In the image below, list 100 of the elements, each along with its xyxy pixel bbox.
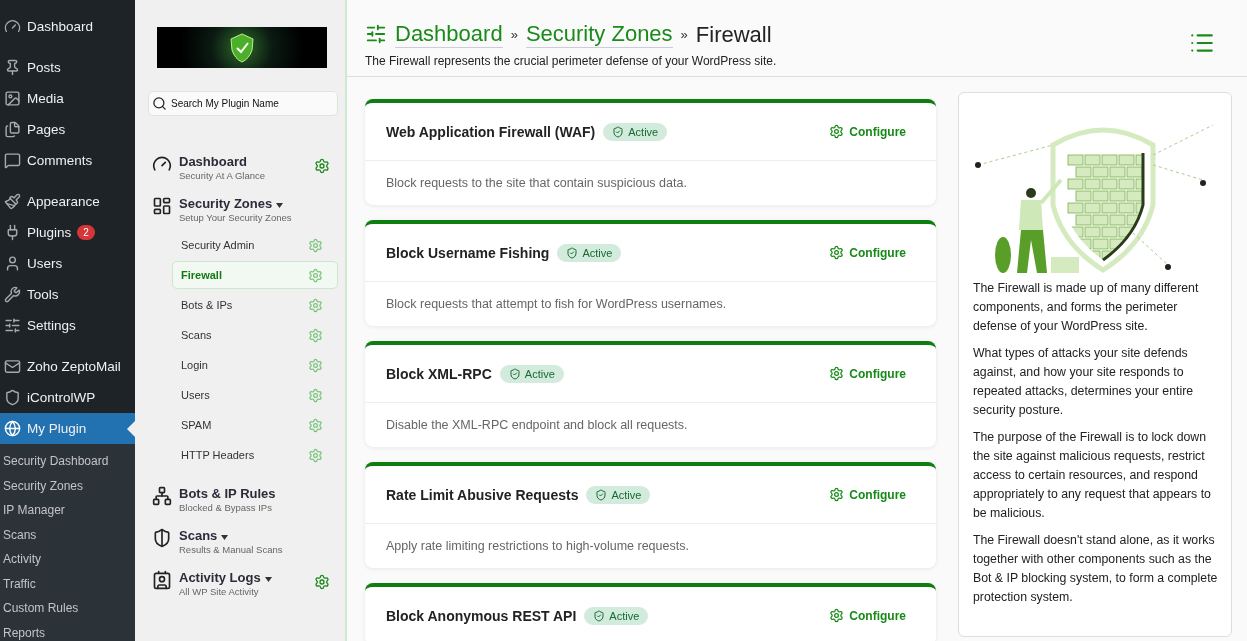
nav-item[interactable]: Login	[172, 351, 338, 379]
settings-icon	[308, 297, 323, 313]
settings-icon	[308, 387, 323, 403]
section-icon	[152, 528, 172, 548]
nav-item[interactable]: Users	[172, 381, 338, 409]
search-field[interactable]: Search My Plugin Name	[148, 91, 338, 116]
settings-icon	[308, 267, 323, 283]
menu-icon	[4, 358, 21, 375]
menu-icon	[4, 193, 21, 210]
menu-icon	[4, 121, 21, 138]
card-description: Block requests to the site that contain suspicious data.	[385, 175, 688, 192]
submenu-item[interactable]: Traffic	[0, 571, 135, 596]
admin-menu-item[interactable]: Settings	[0, 310, 135, 341]
submenu-item[interactable]: Custom Rules	[0, 596, 135, 621]
menu-icon	[4, 317, 21, 334]
admin-menu-item[interactable]: Pages	[0, 114, 135, 145]
settings-icon[interactable]	[314, 158, 330, 174]
admin-menu-item[interactable]: Plugins 2	[0, 217, 135, 248]
admin-menu-item[interactable]: Dashboard	[0, 11, 135, 42]
menu-icon	[4, 286, 21, 303]
search-icon	[152, 96, 167, 111]
submenu-item[interactable]: Scans	[0, 522, 135, 547]
nav-item[interactable]: Firewall	[172, 261, 338, 289]
nav-section[interactable]: Bots & IP Rules Blocked & Bypass IPs	[148, 486, 338, 513]
card-title: Block Username Fishing	[386, 244, 550, 261]
menu-icon	[4, 152, 21, 169]
menu-icon	[4, 420, 21, 437]
menu-icon	[4, 90, 21, 107]
admin-menu-item[interactable]: Appearance	[0, 186, 135, 217]
breadcrumb-link[interactable]: Security Zones	[525, 20, 673, 48]
shield-check-icon	[595, 488, 608, 501]
configure-link[interactable]: Configure	[829, 245, 906, 260]
nav-item[interactable]: Security Admin	[172, 231, 338, 259]
section-icon	[152, 486, 172, 506]
nav-item[interactable]: Scans	[172, 321, 338, 349]
configure-link[interactable]: Configure	[829, 124, 906, 139]
admin-menu-item[interactable]: Tools	[0, 279, 135, 310]
info-paragraph: The Firewall is made up of many different components, and forms the perimeter defense of your WordPress site.	[973, 280, 1200, 335]
settings-icon	[829, 608, 845, 623]
submenu-item[interactable]: Activity	[0, 547, 135, 572]
nav-section[interactable]: Scans Results & Manual Scans	[148, 528, 338, 555]
nav-section[interactable]: Activity Logs All WP Site Activity	[148, 570, 338, 597]
section-subtitle: Results & Manual Scans	[179, 544, 284, 555]
section-subtitle: All WP Site Activity	[179, 586, 260, 597]
breadcrumb-link[interactable]: Dashboard	[395, 20, 503, 48]
configure-link[interactable]: Configure	[829, 487, 906, 502]
menu-icon	[4, 18, 21, 35]
admin-menu-item[interactable]: Posts	[0, 52, 135, 83]
card-title: Block Anonymous REST API	[386, 607, 577, 624]
section-icon	[152, 196, 172, 216]
section-title: Scans	[179, 528, 307, 543]
admin-menu-item[interactable]: Users	[0, 248, 135, 279]
nav-item[interactable]: Bots & IPs	[172, 291, 338, 319]
page-description: The Firewall represents the crucial perimeter defense of your WordPress site.	[365, 54, 777, 68]
count-badge: 2	[77, 225, 95, 240]
status-badge: Active	[499, 364, 564, 383]
card-title: Block XML-RPC	[386, 365, 492, 382]
shield-check-icon	[508, 367, 521, 380]
settings-icon	[829, 124, 845, 139]
section-subtitle: Setup Your Security Zones	[179, 212, 293, 223]
card-description: Disable the XML-RPC endpoint and block all requests.	[385, 417, 689, 434]
admin-menu-item[interactable]: iControlWP	[0, 382, 135, 413]
submenu-item[interactable]: Security Dashboard	[0, 449, 135, 474]
card-title: Rate Limit Abusive Requests	[386, 486, 579, 503]
status-badge: Active	[584, 606, 649, 625]
admin-menu-item[interactable]: Zoho ZeptoMail	[0, 351, 135, 382]
submenu-item[interactable]: IP Manager	[0, 498, 135, 523]
shield-check-icon	[566, 246, 579, 259]
configure-link[interactable]: Configure	[829, 366, 906, 381]
settings-icon	[308, 357, 323, 373]
nav-section[interactable]: Dashboard Security At A Glance	[148, 154, 338, 181]
breadcrumb-separator: »	[510, 26, 518, 42]
submenu-item[interactable]: Reports	[0, 620, 135, 641]
section-subtitle: Blocked & Bypass IPs	[179, 502, 273, 513]
settings-icon	[308, 327, 323, 343]
section-title: Activity Logs	[179, 570, 307, 585]
nav-item[interactable]: HTTP Headers	[172, 441, 338, 469]
admin-menu-item[interactable]: Comments	[0, 145, 135, 176]
settings-icon	[308, 417, 323, 433]
settings-icon[interactable]	[314, 574, 330, 590]
admin-menu-item[interactable]: My Plugin	[0, 413, 135, 444]
status-badge: Active	[557, 243, 622, 262]
settings-icon	[829, 366, 845, 381]
section-icon	[152, 570, 172, 590]
card-description: Apply rate limiting restrictions to high-volume requests.	[385, 538, 690, 555]
status-badge: Active	[603, 122, 668, 141]
submenu-item[interactable]: Security Zones	[0, 473, 135, 498]
admin-menu-item[interactable]: Media	[0, 83, 135, 114]
settings-icon	[308, 237, 323, 253]
section-icon	[152, 154, 172, 174]
card-title: Web Application Firewall (WAF)	[386, 123, 596, 140]
menu-icon	[4, 59, 21, 76]
info-paragraph: The purpose of the Firewall is to lock down the site against malicious requests, restrict access to certain resources, and respond appropriately to any request that appears to be malicious.	[973, 429, 1212, 522]
nav-item[interactable]: SPAM	[172, 411, 338, 439]
menu-icon	[4, 389, 21, 406]
menu-icon	[4, 255, 21, 272]
configure-link[interactable]: Configure	[829, 608, 906, 623]
nav-section[interactable]: Security Zones Setup Your Security Zones	[148, 196, 338, 223]
settings-icon	[829, 487, 845, 502]
breadcrumb-current: Firewall	[695, 20, 772, 48]
